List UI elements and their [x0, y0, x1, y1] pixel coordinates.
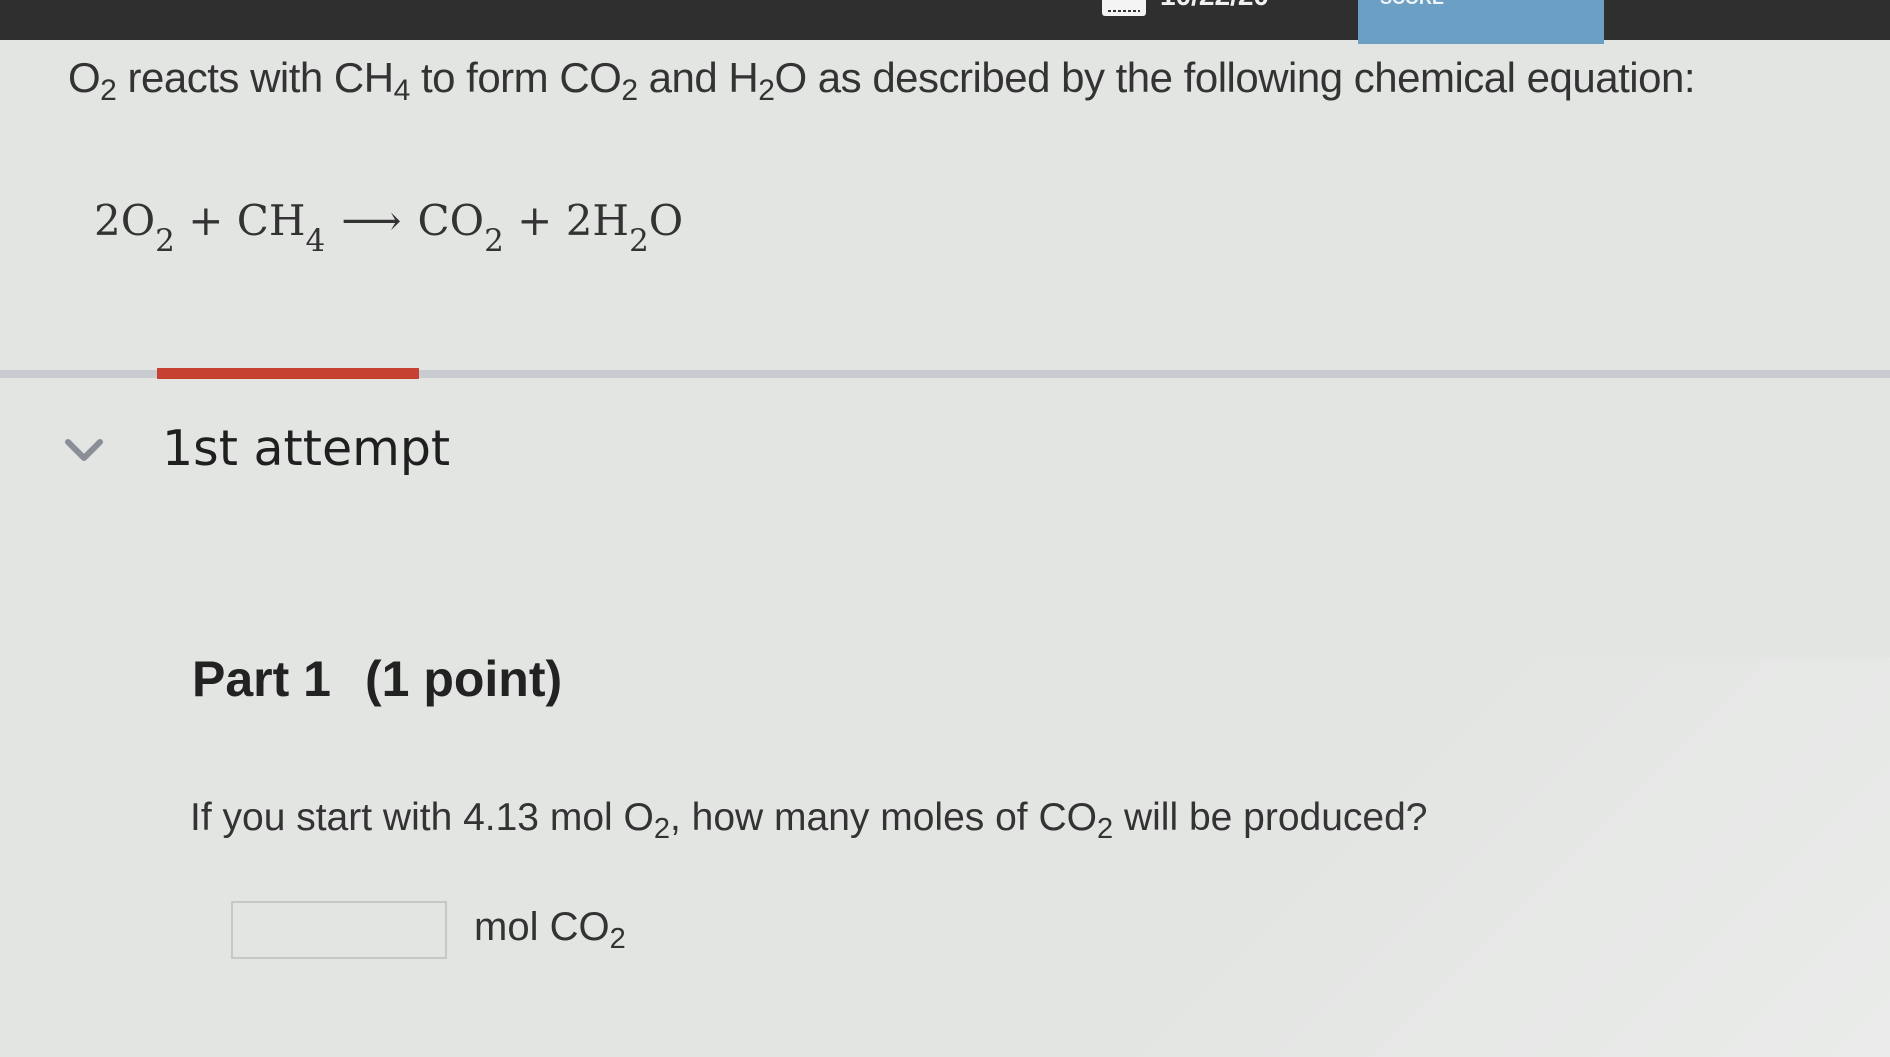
calendar-icon: [1102, 0, 1146, 16]
screen-glare: [1130, 657, 1890, 1057]
score-tab[interactable]: SCORE: [1358, 0, 1604, 44]
problem-intro: O2 reacts with CH4 to form CO2 and H2O a…: [68, 54, 1695, 107]
answer-unit: mol CO2: [474, 905, 626, 955]
progress-indicator: [157, 368, 419, 379]
due-date: 10/22/20: [1160, 0, 1269, 12]
top-bar: 10/22/20 SCORE: [0, 0, 1890, 44]
attempt-title[interactable]: 1st attempt: [162, 420, 450, 477]
part-points: (1 point): [364, 651, 563, 707]
score-tab-label: SCORE: [1380, 0, 1444, 9]
chevron-down-icon[interactable]: [64, 434, 104, 468]
part-label: Part 1: [192, 651, 331, 707]
question-text: If you start with 4.13 mol O2, how many …: [190, 796, 1428, 845]
part-title: Part 1 (1 point): [192, 650, 562, 708]
chemical-equation: 2O2 + CH4 ⟶ CO2 + 2H2O: [94, 196, 684, 259]
reaction-arrow: ⟶: [341, 196, 402, 245]
answer-input[interactable]: [231, 901, 447, 959]
